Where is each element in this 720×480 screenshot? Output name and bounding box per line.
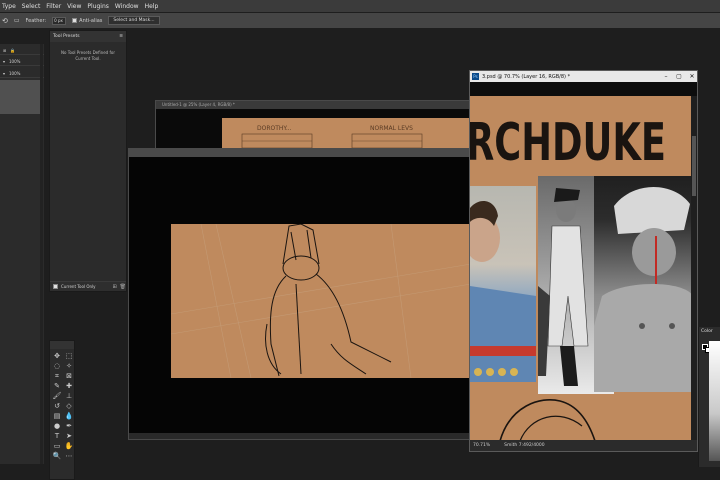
- checkbox-icon: [72, 18, 78, 23]
- trash-icon[interactable]: 🗑: [120, 284, 126, 290]
- sketch-label-right: NORMAL LEVS: [370, 125, 413, 132]
- sketch-overlay: [499, 399, 596, 441]
- menu-select[interactable]: Select: [22, 3, 41, 10]
- crop-icon[interactable]: ⌗: [51, 371, 63, 381]
- eyedropper-icon[interactable]: ✎: [51, 381, 63, 391]
- menu-type[interactable]: Type: [2, 3, 16, 10]
- status-bar: 70.71% Smith 7:492/4000: [470, 440, 697, 451]
- tools-panel: ✥ ⬚ ◌ ✧ ⌗ ⊠ ✎ ✚ 🖌 ⊥ ↺ ◇ ▤ 💧 ● ✒ T ➤ ▭ ✋ …: [49, 340, 75, 480]
- marquee-mode-icon[interactable]: ▭: [14, 17, 20, 24]
- path-select-icon[interactable]: ➤: [63, 431, 75, 441]
- tool-options-icon[interactable]: ⟲: [2, 17, 8, 25]
- document-tab-bar[interactable]: [129, 149, 472, 157]
- menu-bar: Type Select Filter View Plugins Window H…: [0, 0, 720, 12]
- document-tab[interactable]: Untitled-1 @ 25% (Layer 4, RGB/8) *: [156, 101, 474, 109]
- brush-icon[interactable]: 🖌: [51, 391, 63, 401]
- layers-scrollbar[interactable]: [40, 44, 43, 464]
- document-title: 3.psd @ 70.7% (Layer 16, RGB/8) *: [482, 73, 571, 80]
- marquee-icon[interactable]: ⬚: [63, 351, 75, 361]
- magic-wand-icon[interactable]: ✧: [63, 361, 75, 371]
- options-bar: ⟲ ▭ Feather: 0 px Anti-alias Select and …: [0, 13, 720, 28]
- menu-window[interactable]: Window: [115, 3, 139, 10]
- grid-icon[interactable]: ⊞: [3, 48, 6, 53]
- blur-icon[interactable]: 💧: [63, 411, 75, 421]
- opacity-row[interactable]: ▾ 100%: [0, 57, 44, 66]
- rectangle-icon[interactable]: ▭: [51, 441, 63, 451]
- stamp-icon[interactable]: ⊥: [63, 391, 75, 401]
- hand-icon[interactable]: ✋: [63, 441, 75, 451]
- document-titlebar[interactable]: Ps 3.psd @ 70.7% (Layer 16, RGB/8) * – ▢…: [470, 71, 697, 82]
- fill-row[interactable]: ▾ 100%: [0, 69, 44, 78]
- more-tools-icon[interactable]: ⋯: [63, 451, 75, 461]
- minimize-icon[interactable]: –: [661, 73, 671, 80]
- sketch-canvas[interactable]: [171, 224, 471, 378]
- new-preset-icon[interactable]: ⊞: [112, 284, 116, 290]
- menu-help[interactable]: Help: [145, 3, 159, 10]
- tools-panel-header: [50, 341, 74, 349]
- pen-icon[interactable]: ✒: [63, 421, 75, 431]
- select-and-mask-button[interactable]: Select and Mask...: [108, 16, 160, 25]
- sketch-label-left: DOROTHY...: [257, 125, 292, 132]
- antialias-checkbox[interactable]: Anti-alias: [72, 18, 102, 24]
- dodge-icon[interactable]: ●: [51, 421, 63, 431]
- move-icon[interactable]: ✥: [51, 351, 63, 361]
- current-tool-checkbox[interactable]: [53, 284, 58, 289]
- healing-icon[interactable]: ✚: [63, 381, 75, 391]
- layers-toolbar: ⊞ 🔒: [0, 46, 44, 55]
- maximize-icon[interactable]: ▢: [674, 73, 684, 80]
- antialias-label: Anti-alias: [79, 17, 103, 24]
- tool-presets-empty-text: No Tool Presets Defined for Current Tool…: [61, 50, 115, 61]
- frame-icon[interactable]: ⊠: [63, 371, 75, 381]
- document-window-sketch[interactable]: [128, 148, 473, 440]
- layers-panel: ⊞ 🔒 ▾ 100% ▾ 100%: [0, 44, 44, 464]
- document-info[interactable]: Smith 7:492/4000: [504, 443, 544, 448]
- menu-view[interactable]: View: [67, 3, 81, 10]
- chevron-down-icon: ▾: [3, 70, 6, 76]
- tool-presets-panel: Tool Presets ≡ No Tool Presets Defined f…: [49, 30, 127, 292]
- tool-presets-title: Tool Presets: [53, 34, 80, 39]
- opacity-value[interactable]: 100%: [9, 59, 20, 64]
- type-icon[interactable]: T: [51, 431, 63, 441]
- scrollbar-thumb[interactable]: [692, 136, 696, 196]
- menu-filter[interactable]: Filter: [46, 3, 61, 10]
- current-tool-label: Current Tool Only: [61, 284, 96, 289]
- zoom-level[interactable]: 70.71%: [473, 443, 490, 448]
- zoom-icon[interactable]: 🔍: [51, 451, 63, 461]
- chevron-down-icon: ▾: [3, 58, 6, 64]
- panel-menu-icon[interactable]: ≡: [119, 34, 123, 39]
- fill-value[interactable]: 100%: [9, 71, 20, 76]
- selected-layer-row[interactable]: [0, 80, 42, 114]
- menu-plugins[interactable]: Plugins: [87, 3, 109, 10]
- color-panel-title: Color: [701, 329, 713, 334]
- horizontal-scrollbar[interactable]: [129, 433, 472, 439]
- lasso-icon[interactable]: ◌: [51, 361, 63, 371]
- archduke-canvas[interactable]: RCHDUKE: [470, 96, 693, 441]
- eraser-icon[interactable]: ◇: [63, 401, 75, 411]
- vertical-scrollbar[interactable]: [691, 96, 697, 441]
- color-panel: Color: [698, 327, 720, 467]
- tool-presets-footer: Current Tool Only ⊞ 🗑: [50, 281, 126, 291]
- photoshop-app-icon: Ps: [472, 73, 479, 80]
- sketch-drawing: [171, 224, 471, 378]
- gradient-icon[interactable]: ▤: [51, 411, 63, 421]
- feather-input[interactable]: 0 px: [52, 16, 67, 25]
- history-brush-icon[interactable]: ↺: [51, 401, 63, 411]
- feather-label: Feather:: [25, 17, 47, 24]
- close-icon[interactable]: ✕: [687, 73, 697, 80]
- color-picker-field[interactable]: [709, 341, 720, 461]
- lock-icon[interactable]: 🔒: [10, 48, 15, 53]
- tool-presets-header: Tool Presets ≡: [50, 31, 126, 42]
- document-window-archduke[interactable]: Ps 3.psd @ 70.7% (Layer 16, RGB/8) * – ▢…: [469, 70, 698, 452]
